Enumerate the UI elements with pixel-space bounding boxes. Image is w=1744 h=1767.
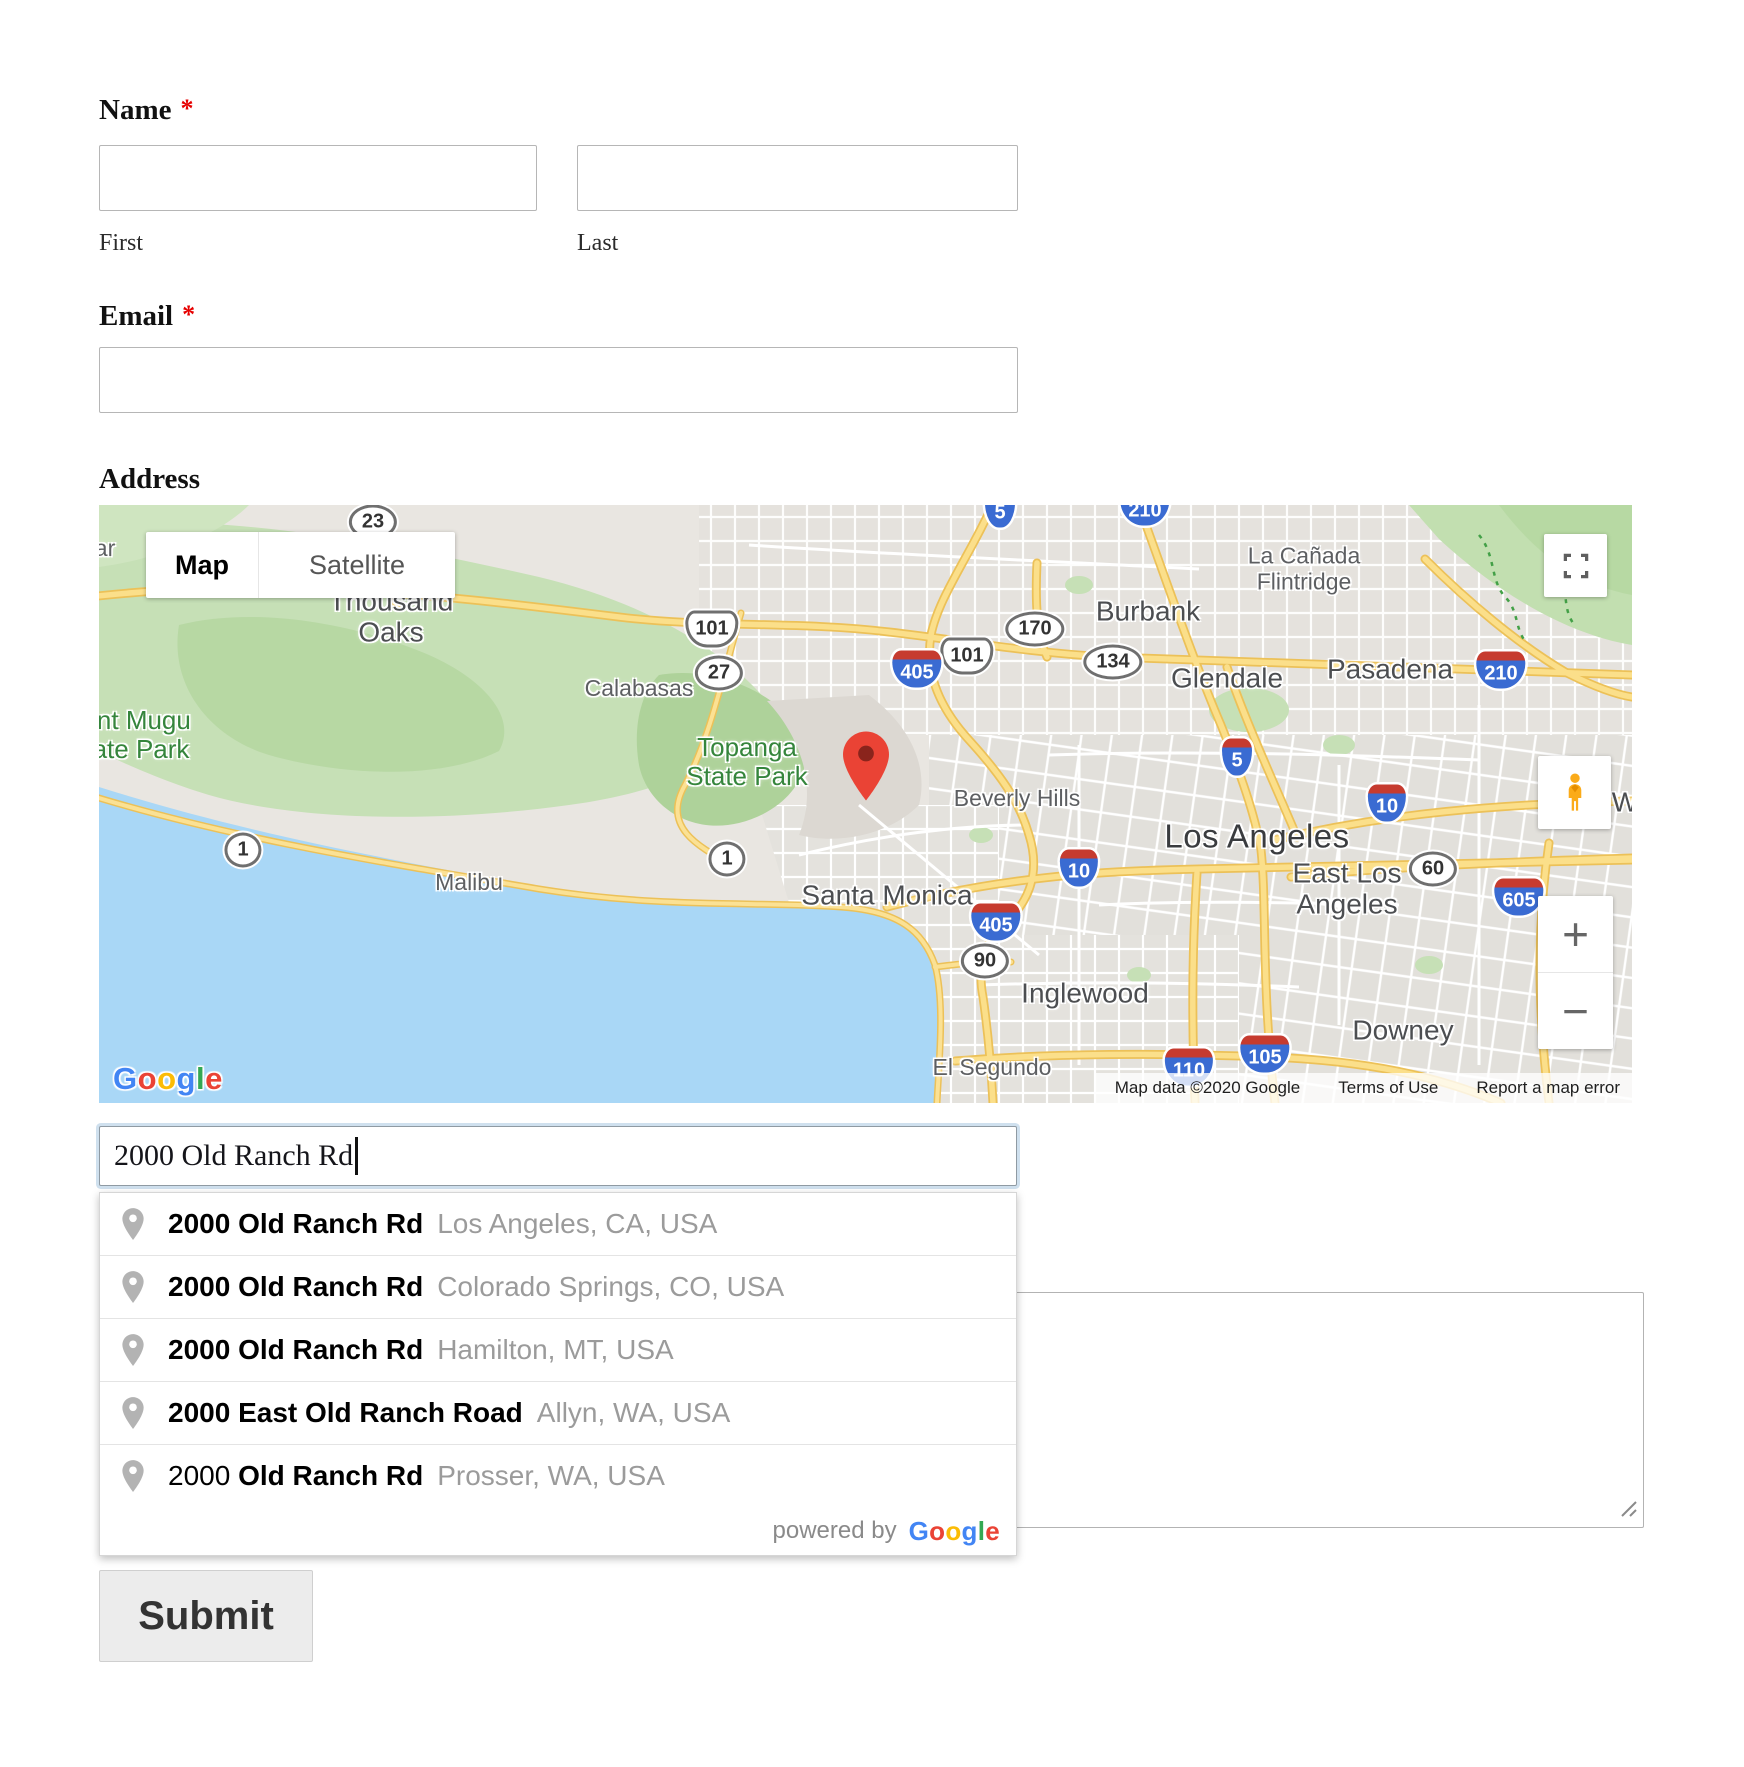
- suggestion-list: 2000 Old Ranch RdLos Angeles, CA, USA 20…: [100, 1193, 1016, 1507]
- contact-form-page: Name * First Last Email * Address: [0, 0, 1744, 1767]
- first-name-input[interactable]: [99, 145, 537, 211]
- location-pin-icon: [120, 1270, 146, 1304]
- address-label-text: Address: [99, 463, 200, 495]
- last-sublabel: Last: [577, 230, 618, 257]
- map-type-satellite-button[interactable]: Satellite: [258, 532, 455, 598]
- address-input[interactable]: 2000 Old Ranch Rd: [99, 1126, 1017, 1186]
- address-input-value: 2000 Old Ranch Rd: [114, 1139, 353, 1173]
- google-logo-letter: G: [113, 1061, 138, 1096]
- pegman-icon: [1556, 771, 1594, 815]
- fullscreen-button[interactable]: [1544, 534, 1607, 597]
- location-pin-icon: [120, 1207, 146, 1241]
- report-map-error-link[interactable]: Report a map error: [1476, 1078, 1620, 1098]
- map-type-control: Map Satellite: [146, 532, 455, 598]
- powered-by-google: powered by Google: [100, 1507, 1016, 1555]
- google-logo-letter: G: [909, 1516, 930, 1546]
- google-logo-letter: o: [138, 1061, 157, 1096]
- map-type-map-button[interactable]: Map: [146, 532, 258, 598]
- map-marker-icon: [843, 731, 889, 801]
- address-field-label: Address: [99, 463, 200, 496]
- email-input[interactable]: [99, 347, 1018, 413]
- google-logo[interactable]: Google: [113, 1061, 223, 1097]
- zoom-in-button[interactable]: +: [1538, 896, 1613, 972]
- google-logo-letter: e: [985, 1516, 1000, 1546]
- name-field-label: Name *: [99, 94, 193, 127]
- last-name-input[interactable]: [577, 145, 1018, 211]
- map-data-credit: Map data ©2020 Google: [1115, 1078, 1301, 1098]
- google-logo-letter: o: [929, 1516, 945, 1546]
- address-suggestion[interactable]: 2000 Old Ranch RdHamilton, MT, USA: [100, 1318, 1016, 1381]
- google-logo-letter: g: [177, 1061, 196, 1096]
- address-suggestion[interactable]: 2000 Old Ranch RdLos Angeles, CA, USA: [100, 1193, 1016, 1255]
- email-field-label: Email *: [99, 300, 195, 333]
- fullscreen-icon: [1561, 551, 1591, 581]
- address-suggestions-dropdown: 2000 Old Ranch RdLos Angeles, CA, USA 20…: [99, 1192, 1017, 1556]
- location-pin-icon: [120, 1396, 146, 1430]
- address-suggestion[interactable]: 2000 Old Ranch RdProsser, WA, USA: [100, 1444, 1016, 1507]
- address-suggestion[interactable]: 2000 Old Ranch RdColorado Springs, CO, U…: [100, 1255, 1016, 1318]
- required-asterisk: *: [180, 94, 193, 123]
- zoom-control: + −: [1538, 896, 1613, 1049]
- google-map[interactable]: arThousandOaksCalabasasint Muguate ParkT…: [99, 505, 1632, 1103]
- location-pin-icon: [120, 1459, 146, 1493]
- google-logo-letter: e: [205, 1061, 223, 1096]
- name-label-text: Name: [99, 94, 171, 126]
- terms-of-use-link[interactable]: Terms of Use: [1338, 1078, 1438, 1098]
- google-logo-letter: o: [157, 1061, 176, 1096]
- street-view-pegman-button[interactable]: [1538, 756, 1611, 829]
- zoom-out-button[interactable]: −: [1538, 972, 1613, 1049]
- email-label-text: Email: [99, 300, 173, 332]
- first-sublabel: First: [99, 230, 143, 257]
- powered-by-text: powered by: [773, 1517, 897, 1545]
- required-asterisk: *: [182, 300, 195, 329]
- google-wordmark: Google: [909, 1516, 1000, 1547]
- address-suggestion[interactable]: 2000 East Old Ranch RoadAllyn, WA, USA: [100, 1381, 1016, 1444]
- submit-button[interactable]: Submit: [99, 1570, 313, 1662]
- text-cursor: [355, 1137, 358, 1175]
- google-logo-letter: l: [196, 1061, 205, 1096]
- google-logo-letter: g: [962, 1516, 978, 1546]
- google-logo-letter: o: [945, 1516, 961, 1546]
- location-pin-icon: [120, 1333, 146, 1367]
- resize-handle-icon[interactable]: [1616, 1496, 1638, 1518]
- map-attribution: Map data ©2020 Google Terms of Use Repor…: [1095, 1073, 1632, 1103]
